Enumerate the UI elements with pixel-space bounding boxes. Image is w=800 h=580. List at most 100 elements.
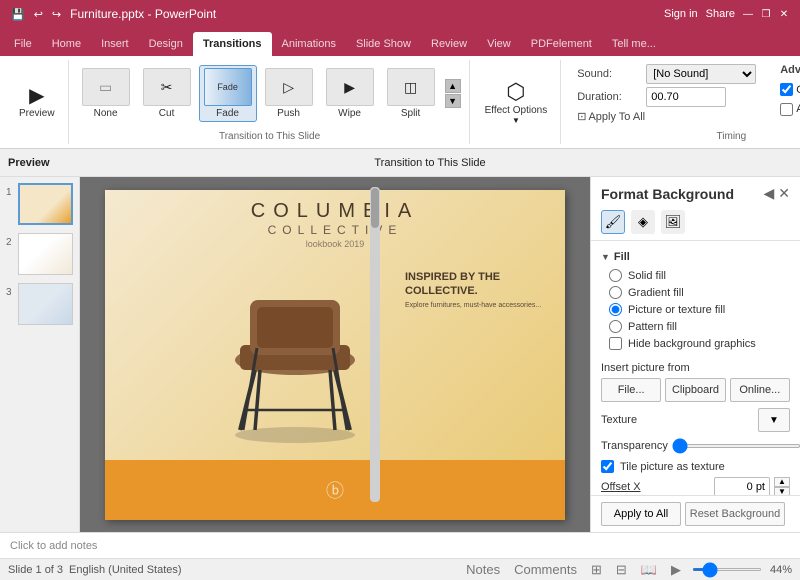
slide-img-1 [20,185,71,223]
transitions-group-label: Transition to This Slide [219,129,320,144]
comments-btn[interactable]: Comments [511,561,580,578]
online-btn[interactable]: Online... [730,378,790,402]
tab-tellme[interactable]: Tell me... [602,32,666,56]
push-label: Push [277,108,300,119]
tab-animations[interactable]: Animations [272,32,346,56]
sign-in-btn[interactable]: Sign in [661,6,701,22]
panel-fill-icon-btn[interactable]: 🖌 [601,210,625,234]
transition-scroll-up[interactable]: ▲ [445,79,461,93]
preview-btn[interactable]: ▶ Preview [12,82,62,123]
transition-push[interactable]: ▷ Push [260,65,318,122]
transition-none[interactable]: ▭ None [77,65,135,122]
transition-wipe[interactable]: ▶ Wipe [321,65,379,122]
offset-x-down[interactable]: ▼ [774,487,790,495]
picture-fill-option[interactable]: Picture or texture fill [609,303,790,316]
reset-bg-btn[interactable]: Reset Background [685,502,785,526]
sound-select[interactable]: [No Sound] [646,64,756,84]
offset-x-up[interactable]: ▲ [774,477,790,487]
scroll-thumb-v [371,188,379,228]
zoom-slider[interactable] [692,568,762,571]
apply-to-all-btn[interactable]: ⊡ Apply To All [577,110,645,123]
preview-label: Preview [19,108,55,119]
status-left: Slide 1 of 3 English (United States) [8,564,182,576]
normal-view-btn[interactable]: ⊞ [588,561,605,579]
notes-btn[interactable]: Notes [463,561,503,578]
file-btn[interactable]: File... [601,378,661,402]
preview-buttons: ▶ Preview [12,60,62,144]
panel-picture-icon-btn[interactable]: 🖼 [661,210,685,234]
tab-transitions[interactable]: Transitions [193,32,272,56]
transparency-row: Transparency [601,436,790,456]
tab-view[interactable]: View [477,32,521,56]
slide-panel: 1 2 3 [0,177,80,532]
tab-insert[interactable]: Insert [91,32,139,56]
restore-btn[interactable]: ❐ [758,6,774,22]
zoom-level: 44% [770,564,792,576]
slide-thumb-3[interactable]: 3 [4,281,75,327]
gradient-fill-radio[interactable] [609,286,622,299]
notes-bar[interactable]: Click to add notes [0,532,800,558]
fill-section-header[interactable]: ▼ Fill [601,247,790,267]
reading-view-btn[interactable]: 📖 [638,561,660,579]
insert-from-label: Insert picture from [601,362,790,374]
save-quick-btn[interactable]: 💾 [8,6,28,23]
effect-options-btn[interactable]: ⬡ Effect Options ▼ [478,75,555,129]
undo-quick-btn[interactable]: ↩ [31,6,46,23]
ribbon-tabs: File Home Insert Design Transitions Anim… [0,28,800,56]
ribbon-group-effect: ⬡ Effect Options ▼ [472,60,562,144]
apply-all-panel-btn[interactable]: Apply to All [601,502,681,526]
panel-collapse-btn[interactable]: ◀ [763,185,774,202]
offset-x-row: Offset X ▲ ▼ [601,477,790,495]
window-controls: Sign in Share — ❐ ✕ [661,6,792,22]
gradient-fill-label: Gradient fill [628,287,684,299]
transition-cut[interactable]: ✂ Cut [138,65,196,122]
tab-home[interactable]: Home [42,32,91,56]
transition-scroll-down[interactable]: ▼ [445,94,461,108]
gradient-fill-option[interactable]: Gradient fill [609,286,790,299]
transparency-slider[interactable] [672,444,800,448]
tab-pdfelement[interactable]: PDFelement [521,32,602,56]
redo-quick-btn[interactable]: ↪ [49,6,64,23]
solid-fill-option[interactable]: Solid fill [609,269,790,282]
close-btn[interactable]: ✕ [776,6,792,22]
slide-thumb-1[interactable]: 1 [4,181,75,227]
hide-bg-checkbox[interactable] [609,337,622,350]
slide-info: Slide 1 of 3 [8,564,63,576]
after-checkbox[interactable] [780,103,793,116]
transition-fade[interactable]: Fade Fade [199,65,257,122]
panel-icons: 🖌 ◈ 🖼 [591,206,800,238]
share-btn[interactable]: Share [703,6,738,22]
minimize-btn[interactable]: — [740,6,756,22]
transparency-label: Transparency [601,440,668,452]
clipboard-btn[interactable]: Clipboard [665,378,725,402]
transition-split[interactable]: ◫ Split [382,65,440,122]
offset-x-input[interactable] [714,477,770,495]
slide-canvas[interactable]: COLUMBIA COLLECTIVE lookbook 2019 [105,190,565,520]
status-right: Notes Comments ⊞ ⊟ 📖 ▶ 44% [463,561,792,579]
texture-select-btn[interactable]: ▼ [758,408,790,432]
apply-all-row: ⊡ Apply To All [577,110,756,123]
pattern-fill-radio[interactable] [609,320,622,333]
tab-design[interactable]: Design [139,32,193,56]
tile-option[interactable]: Tile picture as texture [601,460,790,473]
panel-close-btn[interactable]: ✕ [778,185,790,202]
hide-bg-option[interactable]: Hide background graphics [609,337,790,350]
duration-input[interactable] [646,87,726,107]
slideshow-btn[interactable]: ▶ [668,561,684,579]
preview-bar-text: Transition to This Slide [68,157,792,169]
slide-thumb-2[interactable]: 2 [4,231,75,277]
fill-options: Solid fill Gradient fill Picture or text… [601,267,790,356]
pattern-fill-option[interactable]: Pattern fill [609,320,790,333]
after-label: After: [796,103,800,115]
slide-sorter-btn[interactable]: ⊟ [613,561,630,579]
mouse-click-checkbox[interactable] [780,83,793,96]
preview-icon: ▶ [29,86,44,106]
tab-review[interactable]: Review [421,32,477,56]
picture-fill-radio[interactable] [609,303,622,316]
panel-effects-icon-btn[interactable]: ◈ [631,210,655,234]
tab-file[interactable]: File [4,32,42,56]
window-title: Furniture.pptx - PowerPoint [70,7,216,21]
tile-checkbox[interactable] [601,460,614,473]
tab-slideshow[interactable]: Slide Show [346,32,421,56]
solid-fill-radio[interactable] [609,269,622,282]
